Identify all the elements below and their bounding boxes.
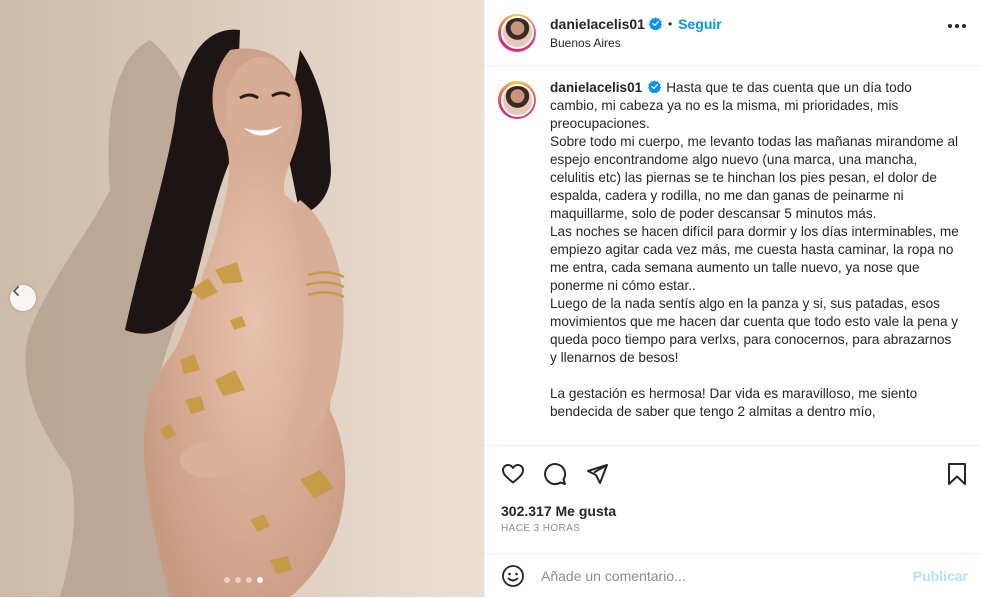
verified-badge-icon: [648, 17, 662, 30]
publish-button[interactable]: Publicar: [913, 568, 968, 584]
post-timestamp[interactable]: HACE 3 HORAS: [501, 523, 580, 534]
emoji-icon[interactable]: [501, 564, 525, 588]
post-location[interactable]: Buenos Aires: [550, 36, 722, 50]
post-media[interactable]: [0, 0, 484, 597]
author-username[interactable]: danielacelis01: [550, 16, 645, 32]
caption-section: danielacelis01 Hasta que te das cuenta q…: [485, 67, 981, 445]
carousel-indicator: [224, 577, 263, 583]
caption-row: danielacelis01 Hasta que te das cuenta q…: [498, 79, 968, 421]
header-separator: •: [667, 16, 673, 31]
carousel-dot: [235, 577, 241, 583]
chevron-left-icon: [12, 286, 19, 296]
verified-badge-icon: [648, 80, 662, 93]
comment-input[interactable]: [541, 568, 901, 584]
share-icon[interactable]: [585, 462, 609, 486]
like-count[interactable]: 302.317 Me gusta: [501, 503, 616, 519]
carousel-prev-button[interactable]: [10, 285, 36, 311]
post-header: danielacelis01 • Seguir Buenos Aires: [485, 0, 981, 66]
follow-button[interactable]: Seguir: [678, 16, 722, 32]
carousel-dot-active: [257, 577, 263, 583]
caption-text: Hasta que te das cuenta que un día todo …: [550, 80, 959, 419]
post-photo: [0, 0, 484, 597]
post-side-panel: danielacelis01 • Seguir Buenos Aires dan…: [484, 0, 981, 597]
caption-author-avatar[interactable]: [498, 81, 536, 119]
bookmark-icon[interactable]: [946, 462, 968, 486]
carousel-dot: [224, 577, 230, 583]
comment-icon[interactable]: [543, 462, 567, 486]
carousel-dot: [246, 577, 252, 583]
comment-composer: Publicar: [485, 553, 981, 598]
heart-icon[interactable]: [501, 462, 525, 486]
author-avatar[interactable]: [498, 13, 536, 52]
more-options-icon[interactable]: [948, 24, 966, 28]
instagram-post: danielacelis01 • Seguir Buenos Aires dan…: [0, 0, 981, 597]
post-actions: 302.317 Me gusta HACE 3 HORAS Publicar: [485, 445, 981, 597]
caption-username[interactable]: danielacelis01: [550, 80, 642, 95]
